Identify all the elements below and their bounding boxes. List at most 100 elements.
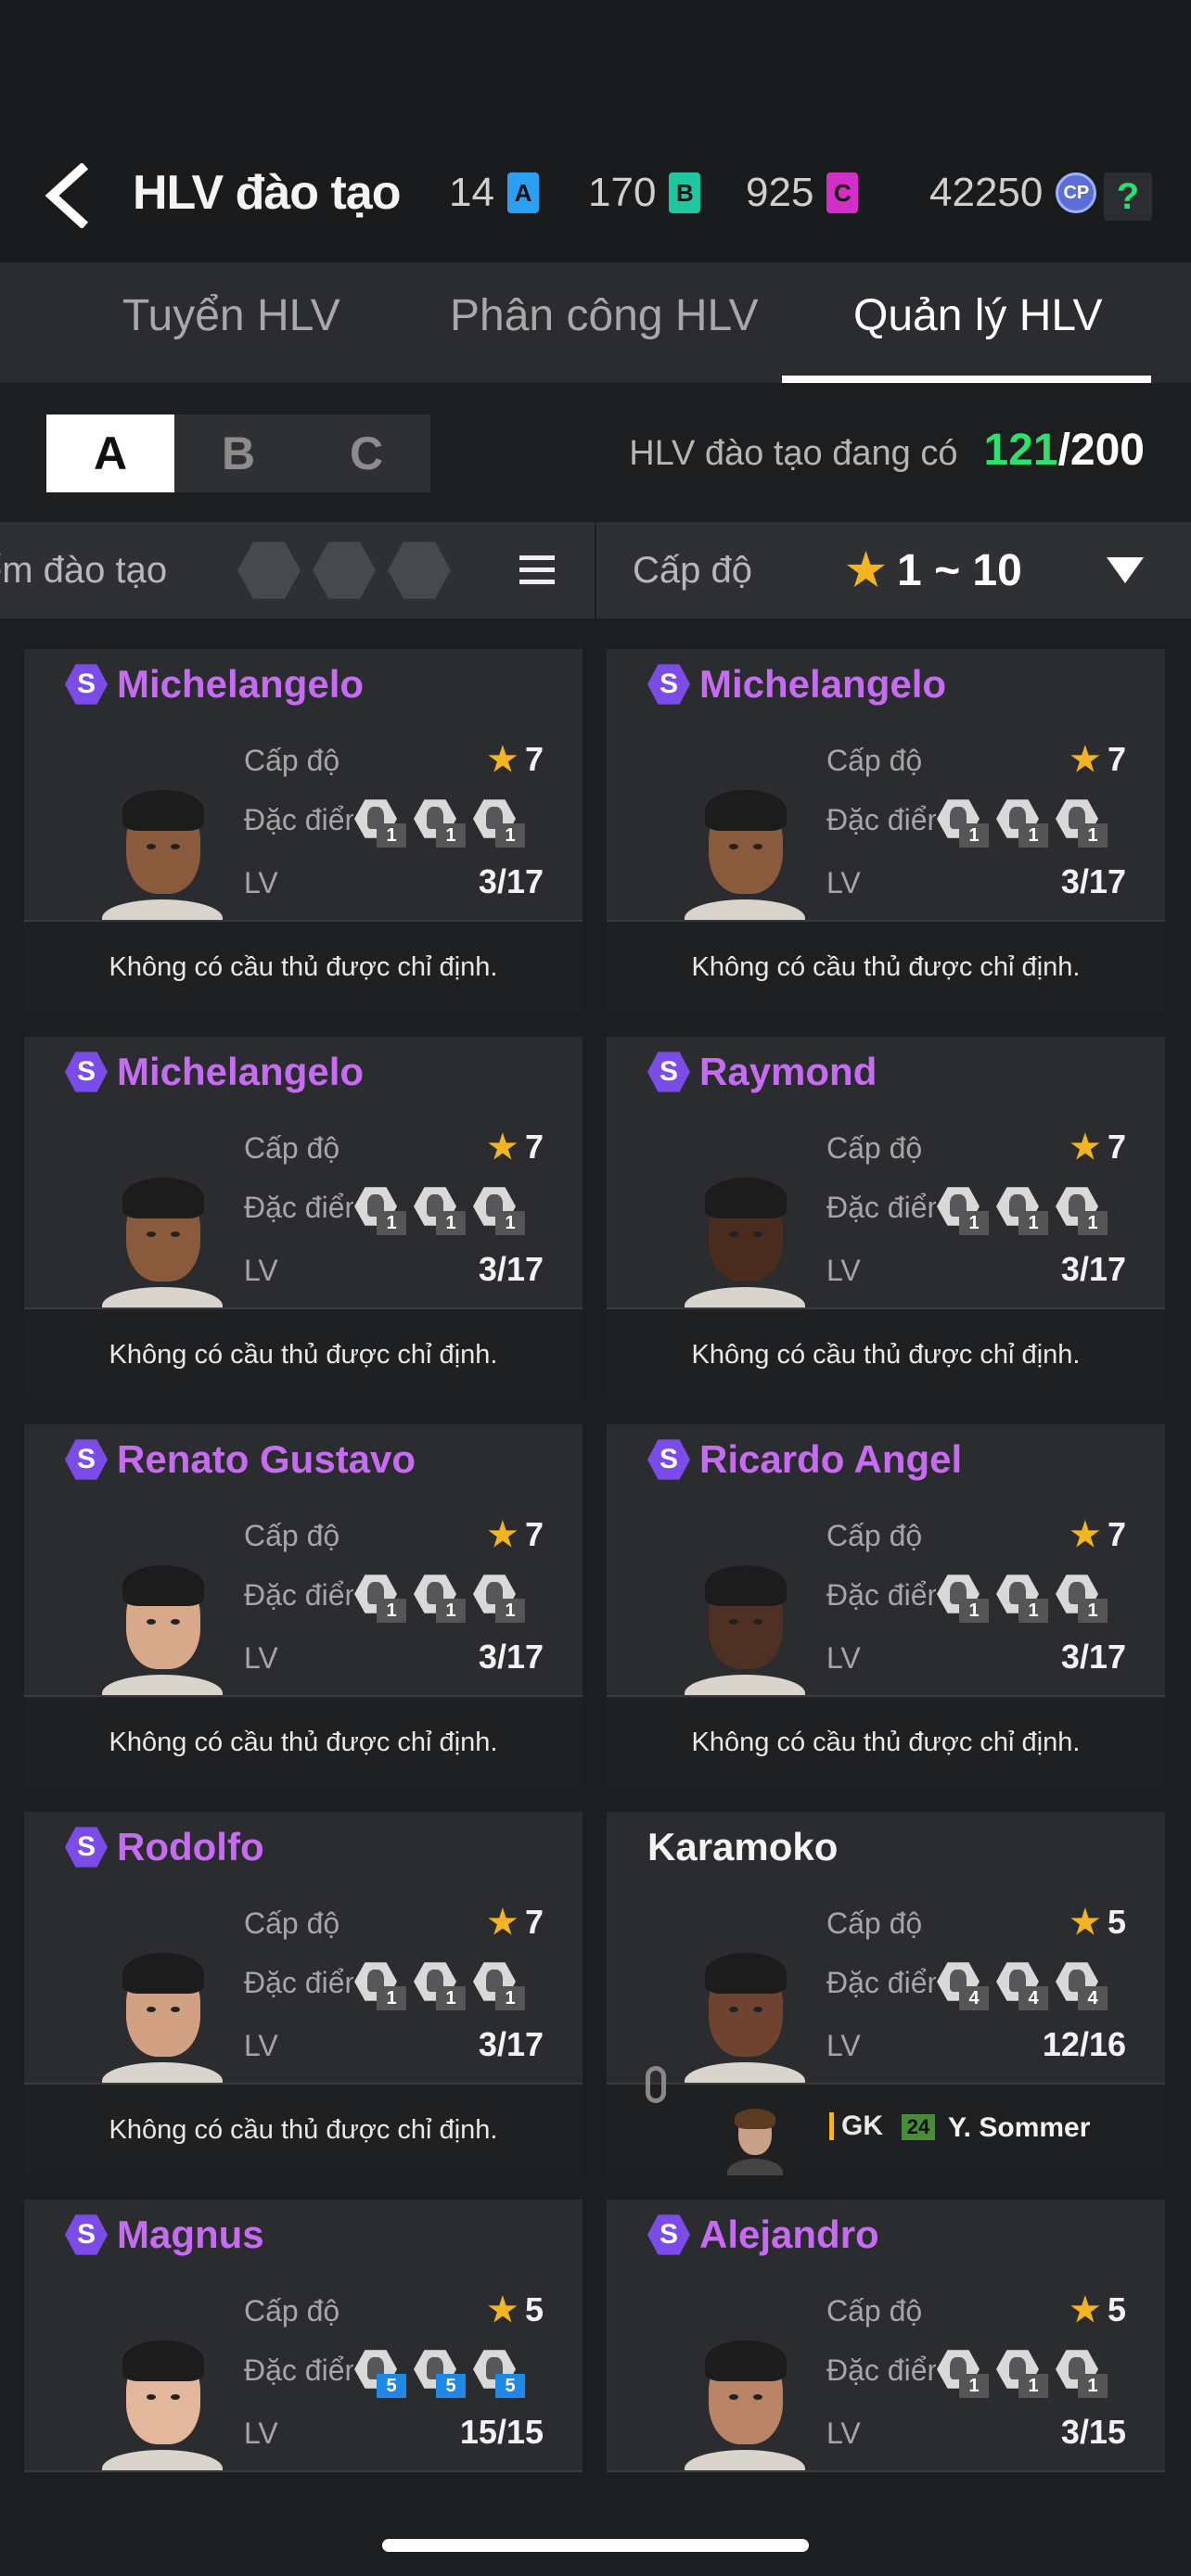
- trait-filter-slot-icon[interactable]: [388, 542, 451, 599]
- tab-recruit[interactable]: Tuyển HLV: [122, 290, 340, 341]
- level-filter-dropdown[interactable]: ★ 1 ~ 10: [846, 544, 1022, 596]
- trait-badge[interactable]: 1: [1056, 797, 1109, 848]
- trait-list: 5 5 5: [354, 2348, 527, 2398]
- coach-card[interactable]: SRicardo Angel Cấp độ ★7 Đặc điểm 1 1 1 LV 3/17 K…: [607, 1424, 1165, 1788]
- menu-icon[interactable]: [519, 555, 555, 585]
- tab-assign[interactable]: Phân công HLV: [450, 290, 759, 341]
- coach-card[interactable]: SRaymond Cấp độ ★7 Đặc điểm 1 1 1 LV 3/17 Không c…: [607, 1037, 1165, 1400]
- star-icon: ★: [846, 546, 887, 595]
- coach-stars: ★ 5: [1069, 2290, 1126, 2328]
- trait-badge[interactable]: 1: [354, 1573, 408, 1623]
- traits-label: Đặc điểm: [826, 1966, 936, 1999]
- trait-level: 1: [377, 1599, 406, 1623]
- level-label: Cấp độ: [244, 2294, 340, 2327]
- group-c-button[interactable]: C: [302, 414, 430, 492]
- level-label: Cấp độ: [826, 744, 923, 777]
- level-label: Cấp độ: [826, 2294, 923, 2327]
- trait-filter-slot-icon[interactable]: [313, 542, 376, 599]
- trait-badge[interactable]: 1: [996, 797, 1050, 848]
- trait-badge[interactable]: 1: [1056, 1185, 1109, 1235]
- trait-level: 1: [436, 1599, 466, 1623]
- trait-level: 1: [959, 823, 989, 848]
- coach-name-row: S Ricardo Angel: [647, 1437, 962, 1482]
- trait-badge[interactable]: 5: [414, 2348, 467, 2398]
- trait-badge[interactable]: 1: [414, 797, 467, 848]
- coach-portrait: [102, 2333, 223, 2476]
- tab-manage[interactable]: Quản lý HLV: [853, 290, 1103, 341]
- trait-badge[interactable]: 1: [414, 1960, 467, 2010]
- trait-badge[interactable]: 1: [414, 1573, 467, 1623]
- coach-card[interactable]: SRodolfo Cấp độ ★7 Đặc điểm 1 1 1 LV 3/17 Không c…: [24, 1812, 583, 2175]
- trait-badge[interactable]: 1: [937, 2348, 991, 2398]
- coach-portrait: [685, 1945, 805, 2088]
- coach-card[interactable]: SMichelangelo Cấp độ ★7 Đặc điểm 1 1 1 LV 3/17 Kh…: [24, 1037, 583, 1400]
- currency-cp-value: 42250: [929, 170, 1044, 215]
- trait-badge[interactable]: 1: [354, 797, 408, 848]
- group-b-button[interactable]: B: [174, 414, 302, 492]
- level-label: Cấp độ: [244, 744, 340, 777]
- trait-badge[interactable]: 1: [996, 1185, 1050, 1235]
- trait-badge[interactable]: 1: [937, 1573, 991, 1623]
- trait-badge[interactable]: 1: [937, 797, 991, 848]
- trait-badge[interactable]: 1: [414, 1185, 467, 1235]
- back-arrow-icon[interactable]: [41, 163, 93, 228]
- trait-badge[interactable]: 4: [937, 1960, 991, 2010]
- player-portrait: [727, 2107, 783, 2175]
- trait-badge[interactable]: 1: [473, 1960, 527, 2010]
- coach-count: HLV đào tạo đang có 121/200: [629, 425, 1145, 476]
- sort-label: ểm đào tạo: [0, 550, 168, 591]
- lv-label: LV: [244, 2417, 278, 2450]
- traits-label: Đặc điểm: [244, 2353, 353, 2387]
- coach-card[interactable]: Karamoko Cấp độ ★5 Đặc điểm 4 4 4 LV 12/16 GK 24 Y.…: [607, 1812, 1165, 2175]
- sort-filter[interactable]: ểm đào tạo: [0, 522, 594, 618]
- bottom-safe-area: [0, 2474, 1191, 2576]
- trait-badge[interactable]: 1: [473, 1573, 527, 1623]
- trait-badge[interactable]: 1: [996, 1573, 1050, 1623]
- trait-level: 1: [959, 1599, 989, 1623]
- trait-level: 1: [436, 823, 466, 848]
- trait-badge[interactable]: 1: [354, 1960, 408, 2010]
- coach-card[interactable]: SRenato Gustavo Cấp độ ★7 Đặc điểm 1 1 1 LV 3/17…: [24, 1424, 583, 1788]
- trait-badge[interactable]: 5: [473, 2348, 527, 2398]
- dropdown-arrow-icon[interactable]: [1107, 557, 1144, 583]
- coach-name: Michelangelo: [699, 662, 947, 706]
- trait-badge[interactable]: 4: [1056, 1960, 1109, 2010]
- trait-badge[interactable]: 1: [473, 1185, 527, 1235]
- coach-card[interactable]: SMichelangelo Cấp độ ★7 Đặc điểm 1 1 1 LV 3/17 Kh…: [24, 649, 583, 1013]
- trait-level: 5: [495, 2374, 525, 2398]
- currency-c: 925 C: [746, 170, 859, 216]
- assigned-player[interactable]: GK 24 Y. Sommer: [607, 2066, 1165, 2175]
- lv-label: LV: [244, 1254, 278, 1287]
- trait-badge[interactable]: 1: [354, 1185, 408, 1235]
- special-grade-icon: S: [647, 664, 690, 705]
- currency-a-value: 14: [449, 170, 494, 215]
- trait-badge[interactable]: 1: [937, 1185, 991, 1235]
- group-a-button[interactable]: A: [46, 414, 174, 492]
- trait-list: 4 4 4: [937, 1960, 1109, 2010]
- coach-name-row: S Rodolfo: [65, 1825, 264, 1869]
- tab-bar: Tuyển HLV Phân công HLV Quản lý HLV: [0, 262, 1191, 383]
- star-icon: ★: [1069, 2290, 1100, 2328]
- trait-badge[interactable]: 1: [1056, 2348, 1109, 2398]
- trait-list: 1 1 1: [354, 1185, 527, 1235]
- trait-filter-slot-icon[interactable]: [237, 542, 301, 599]
- trait-badge[interactable]: 1: [1056, 1573, 1109, 1623]
- level-label: Cấp độ: [244, 1519, 340, 1552]
- trait-badge[interactable]: 1: [996, 2348, 1050, 2398]
- special-grade-icon: S: [647, 2214, 690, 2255]
- level-label: Cấp độ: [826, 1519, 923, 1552]
- token-b-icon: B: [669, 172, 701, 213]
- lv-label: LV: [826, 2417, 861, 2450]
- trait-badge[interactable]: 5: [354, 2348, 408, 2398]
- star-icon: ★: [487, 1903, 518, 1941]
- trait-badge[interactable]: 4: [996, 1960, 1050, 2010]
- trait-badge[interactable]: 1: [473, 797, 527, 848]
- coach-lv: 3/17: [478, 1250, 544, 1288]
- coach-name: Raymond: [699, 1050, 877, 1093]
- coach-name-row: S Alejandro: [647, 2213, 879, 2257]
- home-indicator[interactable]: [382, 2539, 809, 2552]
- special-grade-icon: S: [65, 2214, 108, 2255]
- coach-card[interactable]: SMichelangelo Cấp độ ★7 Đặc điểm 1 1 1 LV 3/17 Kh…: [607, 649, 1165, 1013]
- help-button[interactable]: ?: [1104, 172, 1152, 221]
- lv-label: LV: [826, 866, 861, 899]
